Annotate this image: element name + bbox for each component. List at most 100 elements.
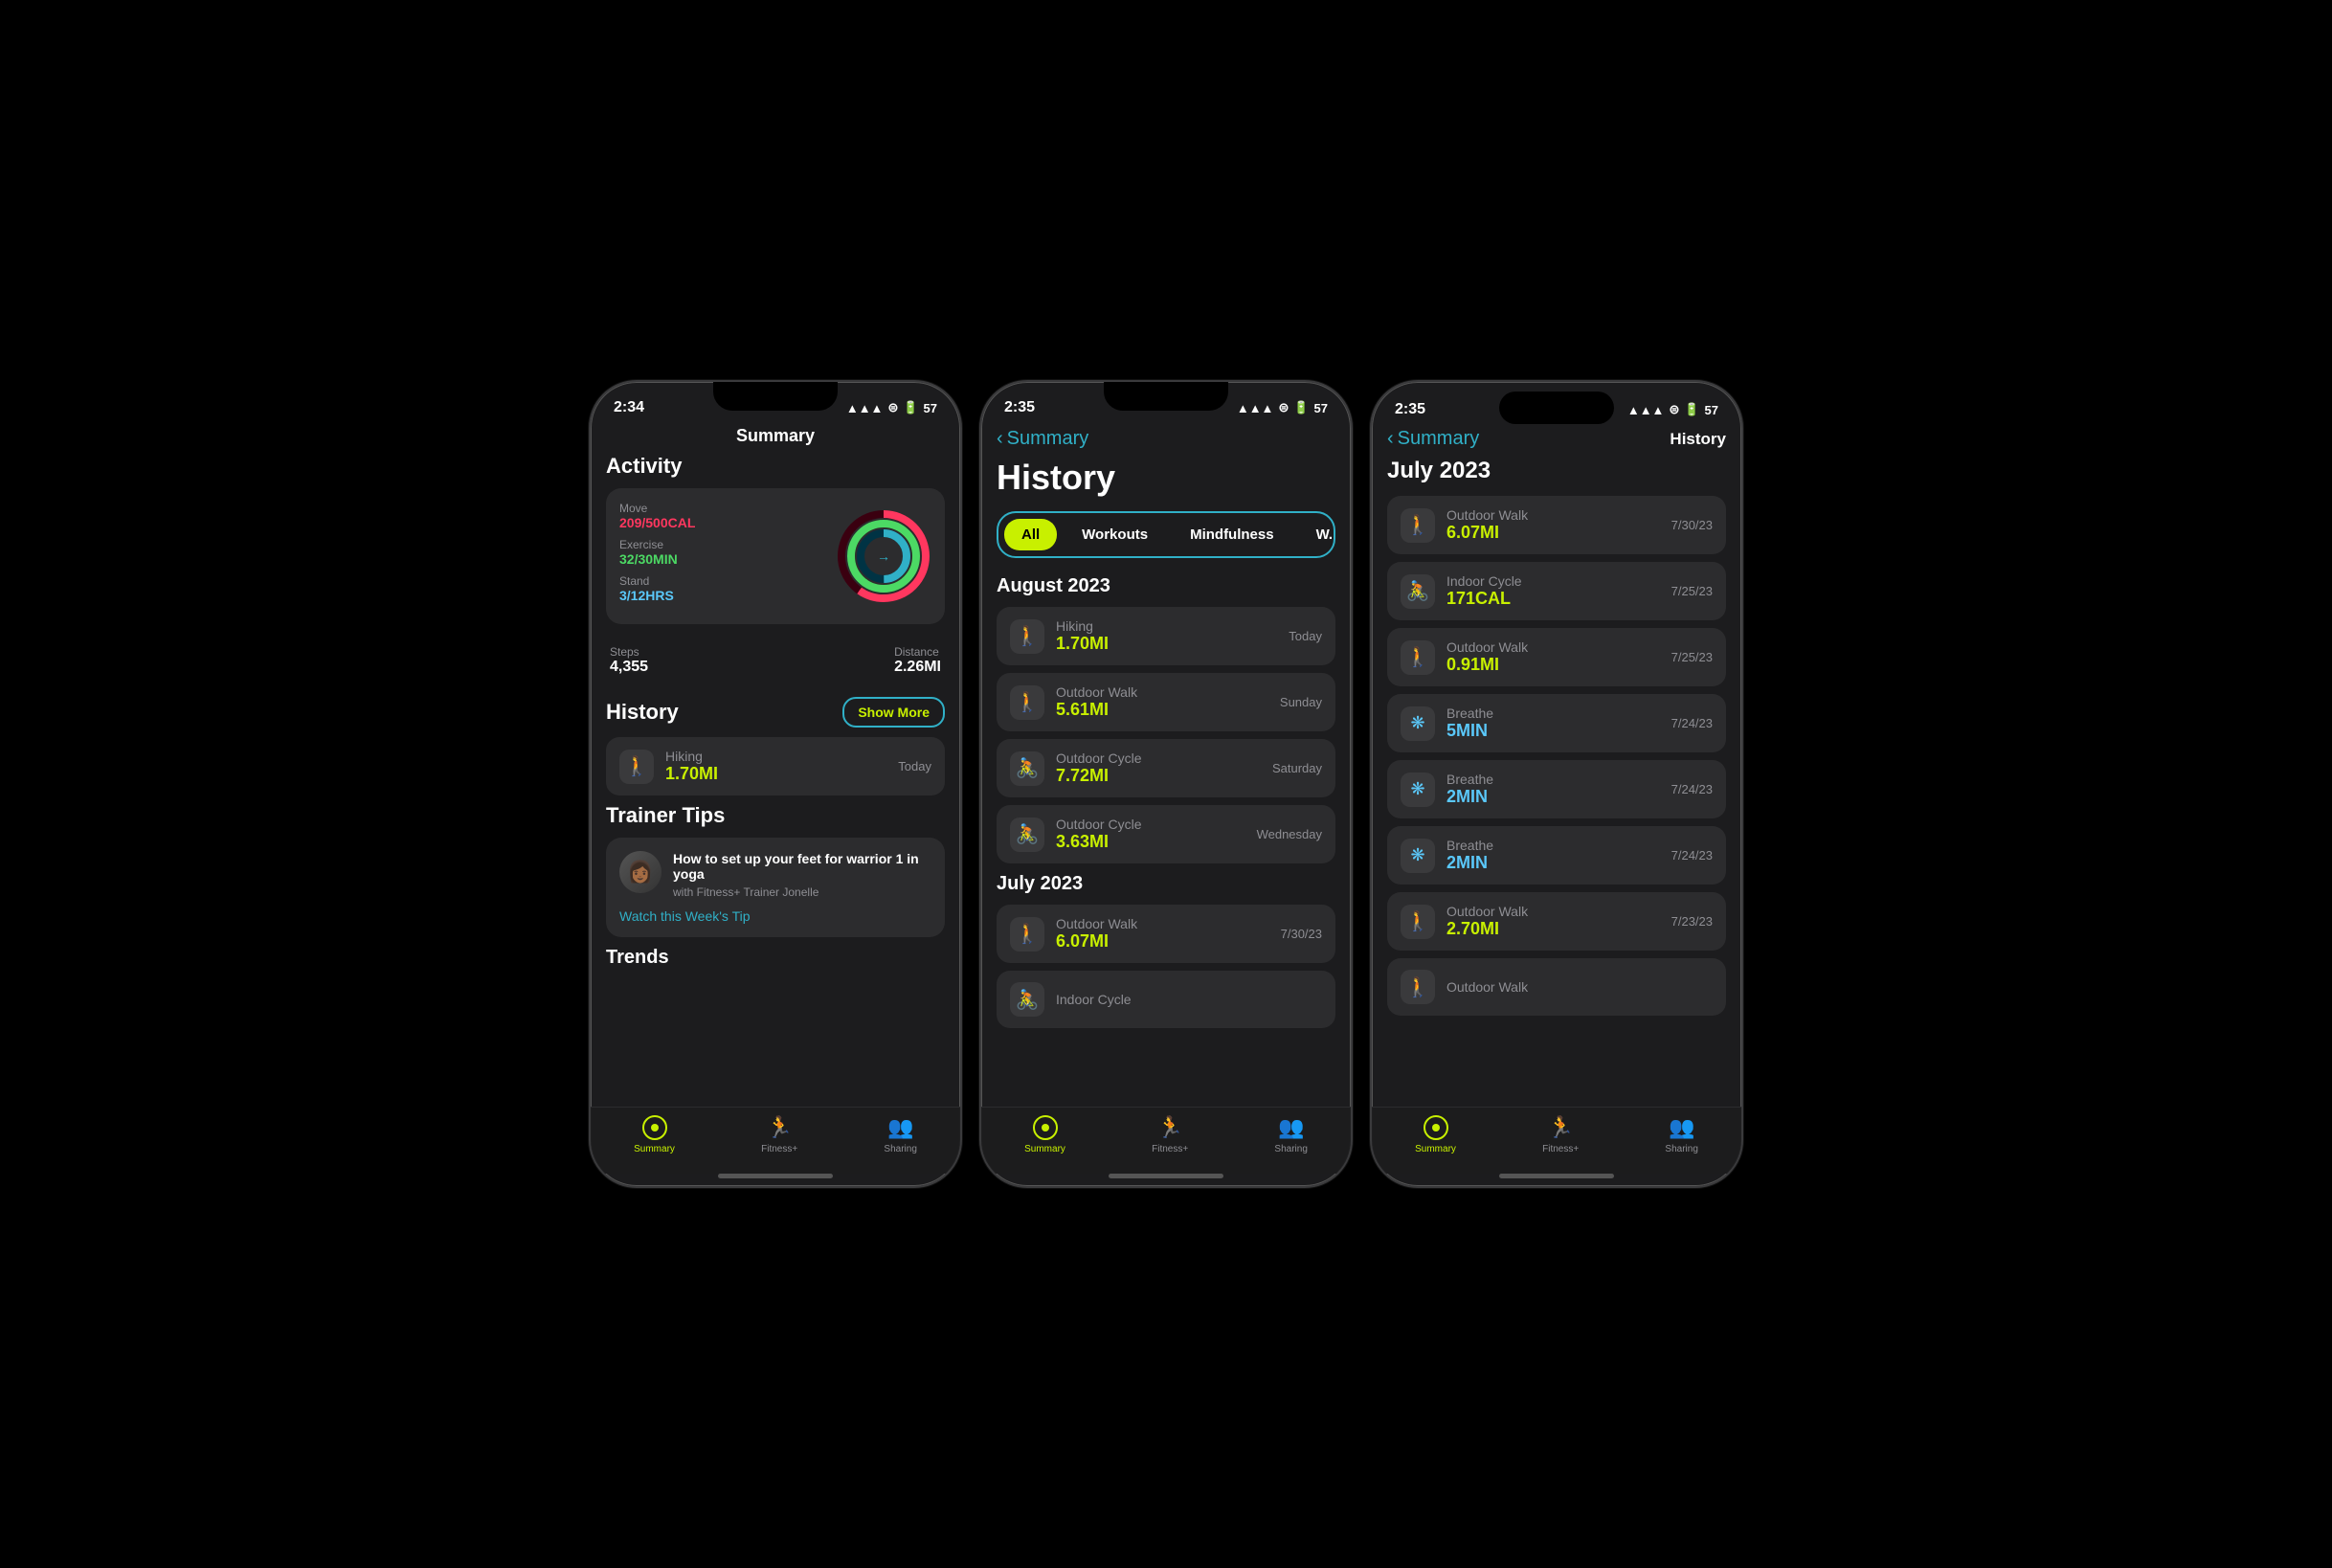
- summary-tab-icon-2: [1033, 1115, 1058, 1140]
- list-item[interactable]: 🚶 Outdoor Walk 6.07MI 7/30/23: [997, 905, 1335, 963]
- list-item[interactable]: 🚶 Outdoor Walk 0.91MI 7/25/23: [1387, 628, 1726, 686]
- scene: 2:34 ▲▲▲ ⊜ 🔋 57 Summary Activity Move: [560, 351, 1772, 1217]
- list-item[interactable]: 🚶 Outdoor Walk: [1387, 958, 1726, 1016]
- tab-summary-3[interactable]: Summary: [1415, 1115, 1456, 1154]
- home-indicator-2: [1109, 1174, 1223, 1178]
- tab-fitnessplus-3[interactable]: 🏃 Fitness+: [1542, 1115, 1579, 1154]
- phone2-content[interactable]: ‹ Summary History All Workouts Mindfulne…: [981, 424, 1351, 1107]
- filter-w[interactable]: W...: [1299, 519, 1335, 550]
- breathe-icon-3f: ❋: [1401, 839, 1435, 873]
- workout-info-3b: Indoor Cycle 171CAL: [1446, 573, 1660, 609]
- list-item[interactable]: 🚶 Outdoor Walk 6.07MI 7/30/23: [1387, 496, 1726, 554]
- trends-header: Trends: [606, 947, 945, 969]
- workout-value-3e: 2MIN: [1446, 787, 1660, 807]
- workout-name-2c: Outdoor Cycle: [1056, 750, 1261, 766]
- summary-tab-label-2: Summary: [1024, 1144, 1065, 1154]
- time-2: 2:35: [1004, 399, 1035, 416]
- phone-1: 2:34 ▲▲▲ ⊜ 🔋 57 Summary Activity Move: [589, 380, 962, 1188]
- summary-header: Summary: [591, 424, 960, 454]
- list-item[interactable]: 🚶 Hiking 1.70MI Today: [997, 607, 1335, 665]
- list-item[interactable]: 🚶 Outdoor Walk 5.61MI Sunday: [997, 673, 1335, 731]
- list-item[interactable]: ❋ Breathe 2MIN 7/24/23: [1387, 826, 1726, 885]
- workout-date-2c: Saturday: [1272, 761, 1322, 775]
- tab-sharing-3[interactable]: 👥 Sharing: [1665, 1115, 1697, 1154]
- sharing-tab-icon-2: 👥: [1278, 1115, 1304, 1140]
- cycle-icon-2d: 🚴: [1010, 818, 1044, 852]
- workout-name-3h: Outdoor Walk: [1446, 979, 1701, 995]
- list-item[interactable]: ❋ Breathe 2MIN 7/24/23: [1387, 760, 1726, 818]
- trainer-tips-card[interactable]: 👩🏾 How to set up your feet for warrior 1…: [606, 838, 945, 937]
- fitnessplus-tab-icon-3: 🏃: [1547, 1115, 1573, 1140]
- workout-date-3b: 7/25/23: [1671, 584, 1713, 598]
- history-item-hiking[interactable]: 🚶 Hiking 1.70MI Today: [606, 737, 945, 795]
- tab-fitnessplus-1[interactable]: 🏃 Fitness+: [761, 1115, 797, 1154]
- month-july-2023: July 2023: [997, 873, 1335, 895]
- summary-tab-label-3: Summary: [1415, 1144, 1456, 1154]
- filter-workouts[interactable]: Workouts: [1065, 519, 1165, 550]
- workout-info-3d: Breathe 5MIN: [1446, 706, 1660, 741]
- workout-date-3c: 7/25/23: [1671, 650, 1713, 664]
- trends-title: Trends: [606, 947, 669, 969]
- fitnessplus-tab-label-2: Fitness+: [1152, 1144, 1188, 1154]
- workout-name-2a: Hiking: [1056, 618, 1277, 634]
- list-item[interactable]: 🚴 Outdoor Cycle 7.72MI Saturday: [997, 739, 1335, 797]
- nav-back-2[interactable]: ‹ Summary: [997, 424, 1335, 458]
- time-1: 2:34: [614, 399, 644, 416]
- workout-info-2f: Indoor Cycle: [1056, 992, 1311, 1007]
- stand-label: Stand: [619, 574, 836, 588]
- list-item[interactable]: 🚴 Outdoor Cycle 3.63MI Wednesday: [997, 805, 1335, 863]
- tab-summary-2[interactable]: Summary: [1024, 1115, 1065, 1154]
- distance-label: Distance: [894, 645, 941, 659]
- workout-name-3e: Breathe: [1446, 772, 1660, 787]
- walk-icon-2e: 🚶: [1010, 917, 1044, 952]
- trainer-tips-title: Trainer Tips: [606, 803, 945, 828]
- month-august-2023: August 2023: [997, 575, 1335, 597]
- nav-back-label-2: Summary: [1007, 428, 1089, 450]
- filter-all[interactable]: All: [1004, 519, 1057, 550]
- trainer-avatar: 👩🏾: [619, 851, 661, 893]
- trainer-content: 👩🏾 How to set up your feet for warrior 1…: [619, 851, 931, 899]
- watch-tip-link[interactable]: Watch this Week's Tip: [619, 908, 931, 924]
- fitnessplus-tab-icon-1: 🏃: [766, 1115, 792, 1140]
- cycle-icon-2f: 🚴: [1010, 982, 1044, 1017]
- workout-value-2c: 7.72MI: [1056, 766, 1261, 786]
- workout-value-3a: 6.07MI: [1446, 523, 1660, 543]
- workout-info-3f: Breathe 2MIN: [1446, 838, 1660, 873]
- filter-mindfulness[interactable]: Mindfulness: [1173, 519, 1291, 550]
- battery-icon-1: 🔋: [903, 400, 918, 415]
- sharing-tab-icon-1: 👥: [887, 1115, 913, 1140]
- workout-name-3a: Outdoor Walk: [1446, 507, 1660, 523]
- list-item[interactable]: 🚴 Indoor Cycle 171CAL 7/25/23: [1387, 562, 1726, 620]
- tab-summary-1[interactable]: Summary: [634, 1115, 675, 1154]
- workout-date-2d: Wednesday: [1257, 827, 1322, 841]
- activity-title: Activity: [606, 454, 945, 479]
- workout-name-2e: Outdoor Walk: [1056, 916, 1269, 931]
- phone1-content[interactable]: Activity Move 209/500CAL Exercise 32/30M…: [591, 454, 960, 1107]
- list-item[interactable]: 🚴 Indoor Cycle: [997, 971, 1335, 1028]
- workout-name-2f: Indoor Cycle: [1056, 992, 1311, 1007]
- workout-name-3b: Indoor Cycle: [1446, 573, 1660, 589]
- show-more-button[interactable]: Show More: [842, 697, 945, 728]
- workout-info-3a: Outdoor Walk 6.07MI: [1446, 507, 1660, 543]
- list-item[interactable]: 🚶 Outdoor Walk 2.70MI 7/23/23: [1387, 892, 1726, 951]
- workout-info-2d: Outdoor Cycle 3.63MI: [1056, 817, 1245, 852]
- tab-sharing-2[interactable]: 👥 Sharing: [1274, 1115, 1307, 1154]
- nav-back-3[interactable]: ‹ Summary: [1387, 428, 1479, 450]
- notch-2: [1104, 382, 1228, 411]
- workout-date-3a: 7/30/23: [1671, 518, 1713, 532]
- workout-value-3g: 2.70MI: [1446, 919, 1660, 939]
- fitnessplus-tab-label-3: Fitness+: [1542, 1144, 1579, 1154]
- steps-value: 4,355: [610, 659, 648, 676]
- fitnessplus-tab-label-1: Fitness+: [761, 1144, 797, 1154]
- phone3-content[interactable]: ‹ Summary History July 2023 🚶 Outdoor Wa…: [1372, 424, 1741, 1107]
- tab-fitnessplus-2[interactable]: 🏃 Fitness+: [1152, 1115, 1188, 1154]
- back-chevron-3: ‹: [1387, 428, 1394, 450]
- svg-text:→: →: [877, 549, 890, 564]
- distance-value: 2.26MI: [894, 659, 941, 676]
- sharing-tab-label-1: Sharing: [884, 1144, 916, 1154]
- tab-sharing-1[interactable]: 👥 Sharing: [884, 1115, 916, 1154]
- fitnessplus-tab-icon-2: 🏃: [1156, 1115, 1182, 1140]
- workout-date-3d: 7/24/23: [1671, 716, 1713, 730]
- history-title: History: [606, 700, 679, 725]
- list-item[interactable]: ❋ Breathe 5MIN 7/24/23: [1387, 694, 1726, 752]
